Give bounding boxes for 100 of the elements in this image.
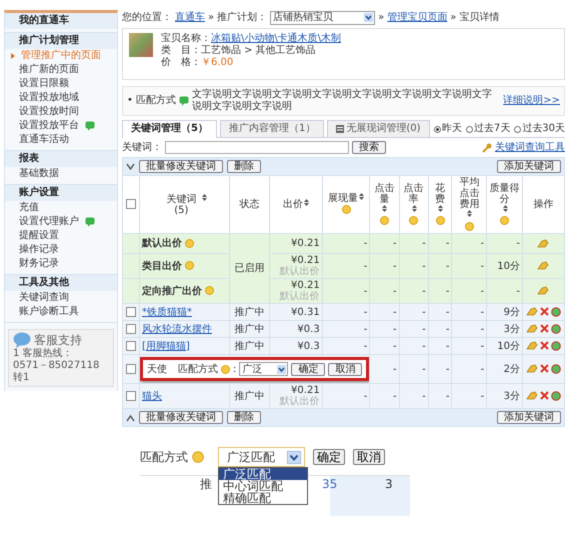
delete-button[interactable]: 删除 <box>227 411 261 424</box>
bid-value: ¥0.21 <box>290 255 320 266</box>
breadcrumb-text: 您的位置： <box>122 12 172 24</box>
table-cell: - <box>392 286 397 296</box>
sidebar-link[interactable]: 直通车活动 <box>11 133 69 147</box>
table-cell: - <box>422 364 426 374</box>
sidebar-heading: 我的直通车 <box>5 13 117 29</box>
sidebar-link[interactable]: 设置投放平台 <box>11 119 79 133</box>
table-cell: - <box>364 238 368 249</box>
quality-score: 9分 <box>504 306 520 318</box>
search-button[interactable]: 搜索 <box>352 141 386 154</box>
batch-edit-button[interactable]: 批量修改关键词 <box>139 411 223 424</box>
keyword-tool-link[interactable]: 关键词查询工具 <box>495 142 565 154</box>
batch-edit-button[interactable]: 批量修改关键词 <box>139 160 223 173</box>
sidebar-link[interactable]: 推广新的页面 <box>11 63 79 77</box>
sidebar-link[interactable]: 基础数据 <box>11 167 59 181</box>
delete-icon[interactable] <box>540 324 549 334</box>
table-cell: - <box>422 286 426 296</box>
sidebar-link[interactable]: 设置日限额 <box>11 77 69 91</box>
cancel-button[interactable]: 取消 <box>328 362 362 376</box>
table-cell: - <box>422 260 426 272</box>
sort-icon[interactable] <box>359 193 364 200</box>
breadcrumb-link[interactable]: 管理宝贝页面 <box>387 12 448 24</box>
sidebar-link[interactable]: 提醒设置 <box>11 229 59 243</box>
sidebar-link[interactable]: 设置投放时间 <box>11 105 79 119</box>
sidebar-link[interactable]: 设置投放地域 <box>11 91 79 105</box>
price-text: ￥6.00 <box>201 57 234 68</box>
sort-icon[interactable] <box>304 198 310 206</box>
help-icon <box>221 364 230 374</box>
column-header: 展现量 <box>328 193 358 204</box>
add-keyword-button[interactable]: 添加关键词 <box>497 411 561 424</box>
period-radio[interactable]: 过去30天 <box>514 123 565 135</box>
table-cell: - <box>480 324 484 334</box>
sort-icon[interactable] <box>502 204 508 212</box>
checkbox[interactable] <box>126 340 136 351</box>
checkbox[interactable] <box>126 364 136 374</box>
sidebar-link[interactable]: 设置代理账户 <box>11 215 79 229</box>
table-cell: - <box>480 306 484 318</box>
tip-label: 匹配方式 <box>136 95 176 107</box>
add-keyword-button[interactable]: 添加关键词 <box>497 160 561 173</box>
bid-type: 类目出价 <box>142 260 182 272</box>
checkbox[interactable] <box>126 306 136 317</box>
table-cell: - <box>392 340 397 352</box>
delete-icon[interactable] <box>540 307 549 316</box>
dropdown-option[interactable]: 中心词匹配 <box>219 480 307 492</box>
period-radio[interactable]: 昨天 <box>434 123 462 135</box>
confirm-button[interactable]: 确定 <box>313 449 345 465</box>
delete-icon[interactable] <box>540 364 549 374</box>
tip-text: 文字说明文字说明文字说明文字说明文字说明文字说明文字说明文字说明文字说明文字说明 <box>192 89 493 113</box>
help-icon <box>500 216 510 226</box>
field-label: 价 格： <box>161 57 201 68</box>
sort-icon[interactable] <box>202 194 208 200</box>
sidebar-link[interactable]: 充值 <box>11 201 39 215</box>
sort-icon[interactable] <box>467 210 472 217</box>
bid-note: 默认出价 <box>278 396 320 407</box>
confirm-button[interactable]: 确定 <box>291 362 326 376</box>
help-icon <box>185 261 194 270</box>
keyword-link[interactable]: 猫头 <box>142 390 162 402</box>
delete-icon[interactable] <box>540 391 549 400</box>
quality-score: - <box>516 286 520 296</box>
sidebar-link[interactable]: 操作记录 <box>11 243 59 257</box>
quality-score: - <box>516 238 520 249</box>
keyword-input[interactable] <box>165 141 349 154</box>
sidebar-link[interactable]: 账户诊断工具 <box>11 305 79 319</box>
sort-icon[interactable] <box>438 204 444 212</box>
table-cell: - <box>446 238 450 249</box>
match-select[interactable]: 广泛匹配 <box>218 447 305 467</box>
table-cell: - <box>480 364 484 374</box>
breadcrumb-link[interactable]: 直通车 <box>175 12 205 24</box>
table-cell: - <box>422 390 426 402</box>
quality-score: 10分 <box>497 260 520 272</box>
table-cell: - <box>480 260 484 272</box>
sort-icon[interactable] <box>382 204 388 212</box>
cancel-button[interactable]: 取消 <box>353 449 385 465</box>
tab[interactable]: 无展现词管理(0) <box>327 120 430 137</box>
dropdown-option[interactable]: 精确匹配 <box>219 492 307 504</box>
table-cell: - <box>480 390 484 402</box>
details-link[interactable]: 详细说明>> <box>503 95 560 107</box>
tab[interactable]: 推广内容管理（1） <box>220 120 324 137</box>
checkbox[interactable] <box>126 199 136 210</box>
checkbox[interactable] <box>126 390 136 401</box>
sidebar-link[interactable]: 财务记录 <box>11 257 59 271</box>
sidebar-link[interactable]: 关键词查询 <box>11 291 69 305</box>
match-select[interactable]: 广泛 <box>239 362 288 376</box>
bid-note: 默认出价 <box>278 266 320 277</box>
period-radio[interactable]: 过去7天 <box>466 123 510 135</box>
bid-note: 默认出价 <box>278 291 320 302</box>
sort-icon[interactable] <box>412 204 417 212</box>
checkbox[interactable] <box>126 324 136 334</box>
tab[interactable]: 关键词管理（5） <box>122 120 217 138</box>
field-label: 宝贝名称： <box>161 33 211 44</box>
table-cell: - <box>364 260 368 272</box>
table-cell: 推 <box>200 478 212 490</box>
breadcrumb-text: 推广计划： <box>217 12 268 24</box>
help-icon <box>464 222 474 231</box>
plan-select[interactable]: 店铺热销宝贝 <box>270 10 376 24</box>
product-link[interactable]: 冰箱贴\小动物\卡通木质\木制 <box>211 33 342 44</box>
dropdown-option[interactable]: 广泛匹配 <box>219 468 307 480</box>
delete-button[interactable]: 删除 <box>227 160 261 173</box>
delete-icon[interactable] <box>540 341 549 350</box>
